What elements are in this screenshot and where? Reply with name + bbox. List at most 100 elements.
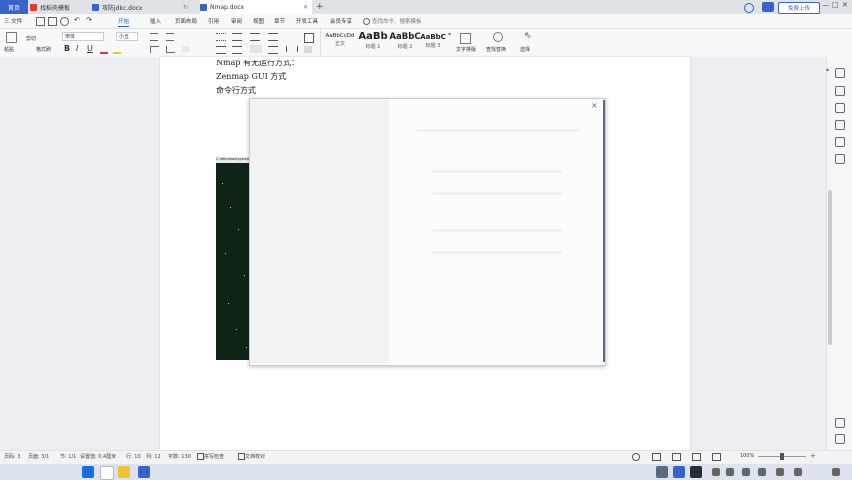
select-icon[interactable]: ⇖ (524, 31, 532, 41)
sidebar-help-icon[interactable] (835, 418, 845, 428)
zoom-level[interactable]: 100% (740, 453, 754, 459)
file-explorer-icon[interactable] (118, 466, 130, 478)
font-size-select[interactable]: 小五 (116, 32, 138, 41)
shrink-font-icon[interactable] (166, 33, 174, 41)
scroll-up-icon[interactable]: ▴ (826, 66, 829, 73)
share-icon[interactable] (762, 2, 774, 12)
numbered-list-icon[interactable] (232, 33, 242, 41)
menu-view[interactable]: 视图 (253, 17, 264, 25)
status-section[interactable]: 节: 1/1 (60, 453, 76, 460)
dialog-close-button[interactable]: × (591, 101, 598, 110)
sidebar-more-icon[interactable] (835, 434, 845, 444)
superscript-icon[interactable] (150, 46, 159, 53)
underline-button[interactable]: U (87, 44, 93, 53)
tray-ime-icon[interactable] (758, 468, 766, 476)
close-window-button[interactable]: ✕ (842, 1, 848, 9)
select-button[interactable]: 选择 (520, 46, 530, 53)
outline-view-icon[interactable] (672, 453, 681, 461)
tray-app-icon[interactable] (656, 466, 668, 478)
undo-icon[interactable]: ↶ (74, 16, 80, 24)
page-view-icon[interactable] (652, 453, 661, 461)
menu-chapter[interactable]: 章节 (274, 17, 285, 25)
text-layout-button[interactable]: 文字排版 (456, 46, 476, 53)
text-layout-icon[interactable] (460, 33, 471, 44)
find-replace-button[interactable]: 查找替换 (486, 46, 506, 53)
notification-icon[interactable] (832, 468, 840, 476)
find-replace-icon[interactable] (493, 32, 503, 42)
sidebar-select-icon[interactable] (835, 86, 845, 96)
tray-app-icon[interactable] (673, 466, 685, 478)
paste-icon[interactable] (6, 32, 17, 43)
sidebar-cloud-icon[interactable] (835, 137, 845, 147)
tray-sound-icon[interactable] (712, 468, 720, 476)
tab-doc-1[interactable]: 攻防jdkc.docx ↻ (92, 0, 192, 14)
close-tab-icon[interactable]: ✕ (303, 4, 308, 11)
style-normal[interactable]: AaBbCcDd 正文 (324, 33, 356, 47)
maximize-button[interactable]: □ (832, 1, 839, 9)
style-heading-2[interactable]: AaBbC 标题 2 (388, 32, 422, 50)
tray-app-icon[interactable] (690, 466, 702, 478)
document-scrollbar[interactable] (828, 190, 832, 345)
print-icon[interactable] (48, 17, 57, 26)
new-tab-icon[interactable]: + (316, 2, 324, 12)
style-gallery-more-icon[interactable]: ▾ (448, 31, 451, 38)
outdent-icon[interactable] (268, 33, 278, 41)
status-pages[interactable]: 页面: 3/1 (28, 453, 49, 460)
line-spacing-icon[interactable] (286, 46, 298, 52)
spell-check-button[interactable]: 拼写检查 (204, 453, 224, 460)
status-col[interactable]: 列: 12 (146, 453, 161, 460)
menu-member[interactable]: 会员专享 (330, 17, 352, 25)
menu-layout[interactable]: 页面布局 (175, 17, 197, 25)
status-row[interactable]: 行: 10 (126, 453, 141, 460)
paste-button[interactable]: 粘贴 (4, 46, 14, 53)
format-painter-button[interactable]: 格式刷 (36, 46, 51, 53)
status-words[interactable]: 字数: 130 (168, 453, 191, 460)
tab-home[interactable]: 首页 (0, 0, 28, 14)
italic-button[interactable]: I (76, 44, 78, 53)
save-icon[interactable] (36, 17, 45, 26)
web-view-icon[interactable] (692, 453, 701, 461)
menu-file[interactable]: 三 文件 (4, 17, 22, 25)
tab-doc-2[interactable]: Nmap.docx ✕ (200, 0, 312, 14)
justify-icon[interactable] (250, 45, 262, 53)
bold-button[interactable]: B (64, 44, 70, 53)
menu-reference[interactable]: 引用 (208, 17, 219, 25)
read-mode-icon[interactable] (712, 453, 721, 461)
eye-protect-icon[interactable] (632, 453, 640, 461)
menu-developer[interactable]: 开发工具 (296, 17, 318, 25)
style-heading-3[interactable]: AaBbC 标题 3 (418, 33, 448, 49)
subscript-icon[interactable] (166, 46, 175, 53)
font-name-select[interactable]: 宋体 (62, 32, 104, 41)
indent-icon[interactable] (250, 33, 260, 41)
tray-wifi-icon[interactable] (776, 468, 784, 476)
font-color-icon[interactable] (100, 45, 108, 54)
menu-review[interactable]: 审阅 (231, 17, 242, 25)
zoom-slider-handle[interactable] (780, 453, 784, 460)
align-center-icon[interactable] (232, 46, 242, 54)
cloud-sync-icon[interactable] (744, 3, 754, 13)
sidebar-style-icon[interactable] (835, 68, 845, 78)
grow-font-icon[interactable] (150, 33, 158, 41)
command-search[interactable]: 查找命令、搜索模板 (372, 17, 422, 25)
tray-battery-icon[interactable] (742, 468, 750, 476)
tray-network-icon[interactable] (726, 468, 734, 476)
redo-icon[interactable]: ↷ (86, 16, 92, 24)
sidebar-adjust-icon[interactable] (835, 120, 845, 130)
highlight-icon[interactable] (113, 45, 121, 54)
border-icon[interactable] (304, 33, 314, 43)
cut-button[interactable]: 剪切 (26, 35, 36, 42)
upload-button[interactable]: 免费上传 (778, 2, 820, 14)
refresh-icon[interactable]: ↻ (183, 4, 188, 11)
align-right-icon[interactable] (268, 46, 278, 54)
clear-format-icon[interactable] (182, 46, 190, 52)
windows-start-icon[interactable] (82, 466, 94, 478)
status-page[interactable]: 页码: 3 (4, 453, 20, 460)
sidebar-share-icon[interactable] (835, 154, 845, 164)
dialog-scrollbar[interactable] (603, 100, 605, 362)
doc-check-button[interactable]: 文档校对 (245, 453, 265, 460)
wps-app-icon[interactable] (138, 466, 150, 478)
tab-template[interactable]: 找稻壳模板 (30, 0, 88, 14)
preview-icon[interactable] (60, 17, 69, 26)
menu-insert[interactable]: 插入 (150, 17, 161, 25)
shading-icon[interactable] (304, 46, 312, 53)
